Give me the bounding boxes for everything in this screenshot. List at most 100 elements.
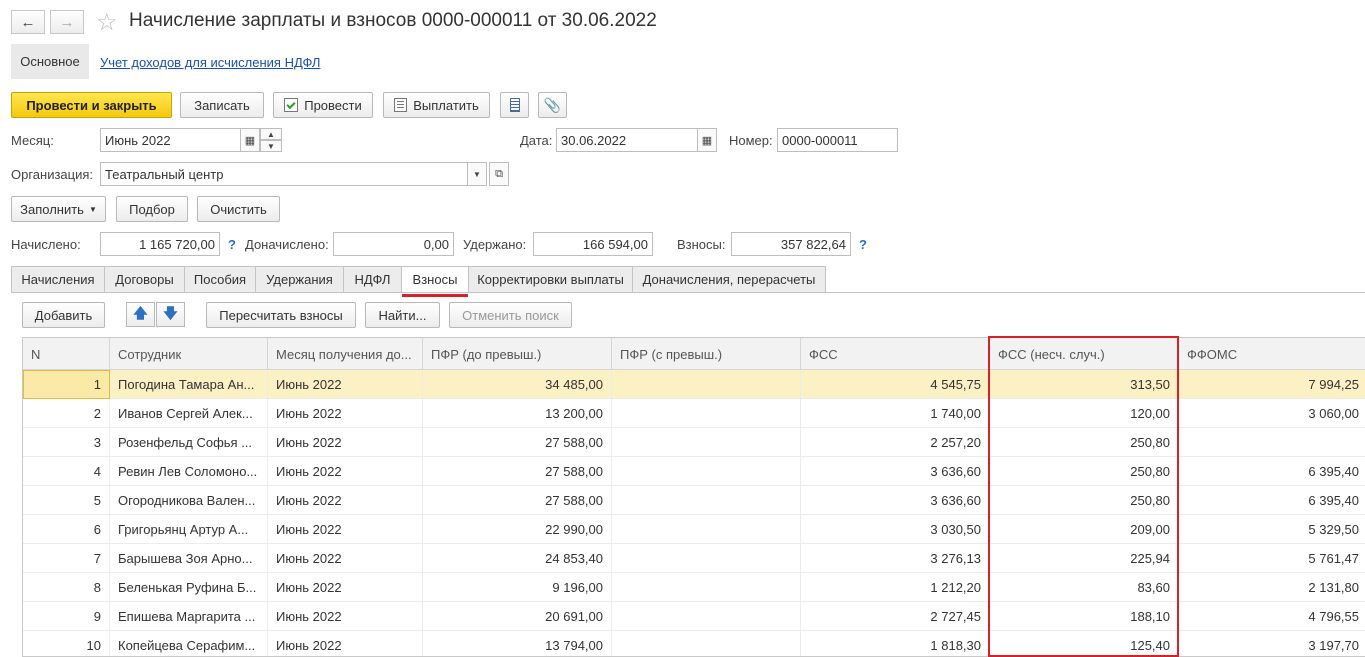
cell-ffoms[interactable]: 5 329,50 <box>1179 515 1365 544</box>
cell-fss[interactable]: 2 727,45 <box>801 602 990 631</box>
cell-ffoms[interactable] <box>1179 428 1365 457</box>
cell-pfr[interactable]: 13 200,00 <box>423 399 612 428</box>
tab-contracts[interactable]: Договоры <box>105 266 185 293</box>
cell-pfr-over[interactable] <box>612 428 801 457</box>
cell-fss-ns[interactable]: 225,94 <box>990 544 1179 573</box>
pay-button[interactable]: Выплатить <box>383 92 490 118</box>
tab-additional-accruals[interactable]: Доначисления, перерасчеты <box>633 266 826 293</box>
date-field[interactable]: 30.06.2022 <box>556 128 698 152</box>
table-row[interactable]: 2 Иванов Сергей Алек... Июнь 2022 13 200,00… <box>23 399 1365 428</box>
cell-month[interactable]: Июнь 2022 <box>268 370 423 399</box>
cell-pfr-over[interactable] <box>612 486 801 515</box>
cell-ffoms[interactable]: 3 060,00 <box>1179 399 1365 428</box>
organization-field[interactable]: Театральный центр <box>100 162 468 186</box>
table-row[interactable]: 8 Беленькая Руфина Б... Июнь 2022 9 196,00 1… <box>23 573 1365 602</box>
cell-pfr-over[interactable] <box>612 399 801 428</box>
cell-fss[interactable]: 3 636,60 <box>801 457 990 486</box>
cell-month[interactable]: Июнь 2022 <box>268 428 423 457</box>
table-row[interactable]: 1 Погодина Тамара Ан... Июнь 2022 34 485,00… <box>23 370 1365 399</box>
cell-n[interactable]: 10 <box>23 631 110 656</box>
cell-n[interactable]: 3 <box>23 428 110 457</box>
table-row[interactable]: 10 Копейцева Серафим... Июнь 2022 13 794,00… <box>23 631 1365 656</box>
cell-n[interactable]: 5 <box>23 486 110 515</box>
cell-employee[interactable]: Епишева Маргарита ... <box>110 602 268 631</box>
table-row[interactable]: 6 Григорьянц Артур А... Июнь 2022 22 990,00… <box>23 515 1365 544</box>
forward-button[interactable]: → <box>50 10 84 34</box>
tab-contributions[interactable]: Взносы <box>402 266 469 297</box>
cell-pfr-over[interactable] <box>612 573 801 602</box>
save-button[interactable]: Записать <box>180 92 264 118</box>
tab-benefits[interactable]: Пособия <box>185 266 256 293</box>
cell-ffoms[interactable]: 5 761,47 <box>1179 544 1365 573</box>
cell-fss[interactable]: 4 545,75 <box>801 370 990 399</box>
cell-month[interactable]: Июнь 2022 <box>268 515 423 544</box>
cell-employee[interactable]: Иванов Сергей Алек... <box>110 399 268 428</box>
section-main[interactable]: Основное <box>11 44 89 79</box>
cell-employee[interactable]: Беленькая Руфина Б... <box>110 573 268 602</box>
cell-employee[interactable]: Погодина Тамара Ан... <box>110 370 268 399</box>
col-pfr[interactable]: ПФР (до превыш.) <box>423 338 612 370</box>
cell-fss-ns[interactable]: 120,00 <box>990 399 1179 428</box>
cell-ffoms[interactable]: 3 197,70 <box>1179 631 1365 656</box>
cell-ffoms[interactable]: 2 131,80 <box>1179 573 1365 602</box>
table-row[interactable]: 4 Ревин Лев Соломоно... Июнь 2022 27 588,00… <box>23 457 1365 486</box>
select-button[interactable]: Подбор <box>116 196 188 222</box>
col-ffoms[interactable]: ФФОМС <box>1179 338 1365 370</box>
cell-fss-ns[interactable]: 209,00 <box>990 515 1179 544</box>
cell-pfr-over[interactable] <box>612 544 801 573</box>
cell-fss-ns[interactable]: 250,80 <box>990 486 1179 515</box>
post-button[interactable]: Провести <box>273 92 373 118</box>
cell-pfr-over[interactable] <box>612 370 801 399</box>
cell-ffoms[interactable]: 7 994,25 <box>1179 370 1365 399</box>
spin-down-icon[interactable]: ▼ <box>260 140 282 152</box>
col-n[interactable]: N <box>23 338 110 370</box>
cell-n[interactable]: 8 <box>23 573 110 602</box>
cell-pfr[interactable]: 34 485,00 <box>423 370 612 399</box>
cell-n[interactable]: 1 <box>23 370 110 399</box>
cell-month[interactable]: Июнь 2022 <box>268 602 423 631</box>
tab-accruals[interactable]: Начисления <box>11 266 105 293</box>
cell-month[interactable]: Июнь 2022 <box>268 544 423 573</box>
cell-employee[interactable]: Розенфельд Софья ... <box>110 428 268 457</box>
spin-up-icon[interactable]: ▲ <box>260 128 282 140</box>
cancel-search-button[interactable]: Отменить поиск <box>449 302 572 328</box>
cell-employee[interactable]: Ревин Лев Соломоно... <box>110 457 268 486</box>
add-row-button[interactable]: Добавить <box>22 302 105 328</box>
cell-pfr[interactable]: 27 588,00 <box>423 428 612 457</box>
cell-n[interactable]: 6 <box>23 515 110 544</box>
cell-fss-ns[interactable]: 125,40 <box>990 631 1179 656</box>
cell-month[interactable]: Июнь 2022 <box>268 486 423 515</box>
back-button[interactable]: ← <box>11 10 45 34</box>
cell-n[interactable]: 2 <box>23 399 110 428</box>
move-down-button[interactable]: 🡇 <box>156 302 185 327</box>
month-field[interactable]: Июнь 2022 <box>100 128 241 152</box>
table-row[interactable]: 9 Епишева Маргарита ... Июнь 2022 20 691,00… <box>23 602 1365 631</box>
cell-fss[interactable]: 3 276,13 <box>801 544 990 573</box>
cell-fss[interactable]: 2 257,20 <box>801 428 990 457</box>
col-fss-ns[interactable]: ФСС (несч. случ.) <box>990 338 1179 370</box>
date-calendar-icon[interactable]: ▦ <box>697 128 717 152</box>
cell-fss[interactable]: 1 212,20 <box>801 573 990 602</box>
tab-payment-corrections[interactable]: Корректировки выплаты <box>469 266 633 293</box>
cell-employee[interactable]: Григорьянц Артур А... <box>110 515 268 544</box>
cell-month[interactable]: Июнь 2022 <box>268 399 423 428</box>
cell-month[interactable]: Июнь 2022 <box>268 457 423 486</box>
favorite-star-icon[interactable]: ☆ <box>96 8 118 37</box>
post-and-close-button[interactable]: Провести и закрыть <box>11 92 172 118</box>
cell-pfr-over[interactable] <box>612 631 801 656</box>
cell-pfr[interactable]: 20 691,00 <box>423 602 612 631</box>
find-button[interactable]: Найти... <box>365 302 440 328</box>
accrued-help-icon[interactable]: ? <box>228 237 236 252</box>
fill-button[interactable]: Заполнить ▼ <box>11 196 106 222</box>
cell-employee[interactable]: Огородникова Вален... <box>110 486 268 515</box>
cell-n[interactable]: 4 <box>23 457 110 486</box>
number-field[interactable]: 0000-000011 <box>777 128 898 152</box>
contributions-table[interactable]: N Сотрудник Месяц получения до... ПФР (д… <box>22 337 1365 657</box>
cell-fss[interactable]: 1 818,30 <box>801 631 990 656</box>
col-month[interactable]: Месяц получения до... <box>268 338 423 370</box>
col-pfr-over[interactable]: ПФР (с превыш.) <box>612 338 801 370</box>
cell-ffoms[interactable]: 4 796,55 <box>1179 602 1365 631</box>
cell-fss[interactable]: 1 740,00 <box>801 399 990 428</box>
table-row[interactable]: 7 Барышева Зоя Арно... Июнь 2022 24 853,40 3… <box>23 544 1365 573</box>
cell-fss-ns[interactable]: 250,80 <box>990 457 1179 486</box>
